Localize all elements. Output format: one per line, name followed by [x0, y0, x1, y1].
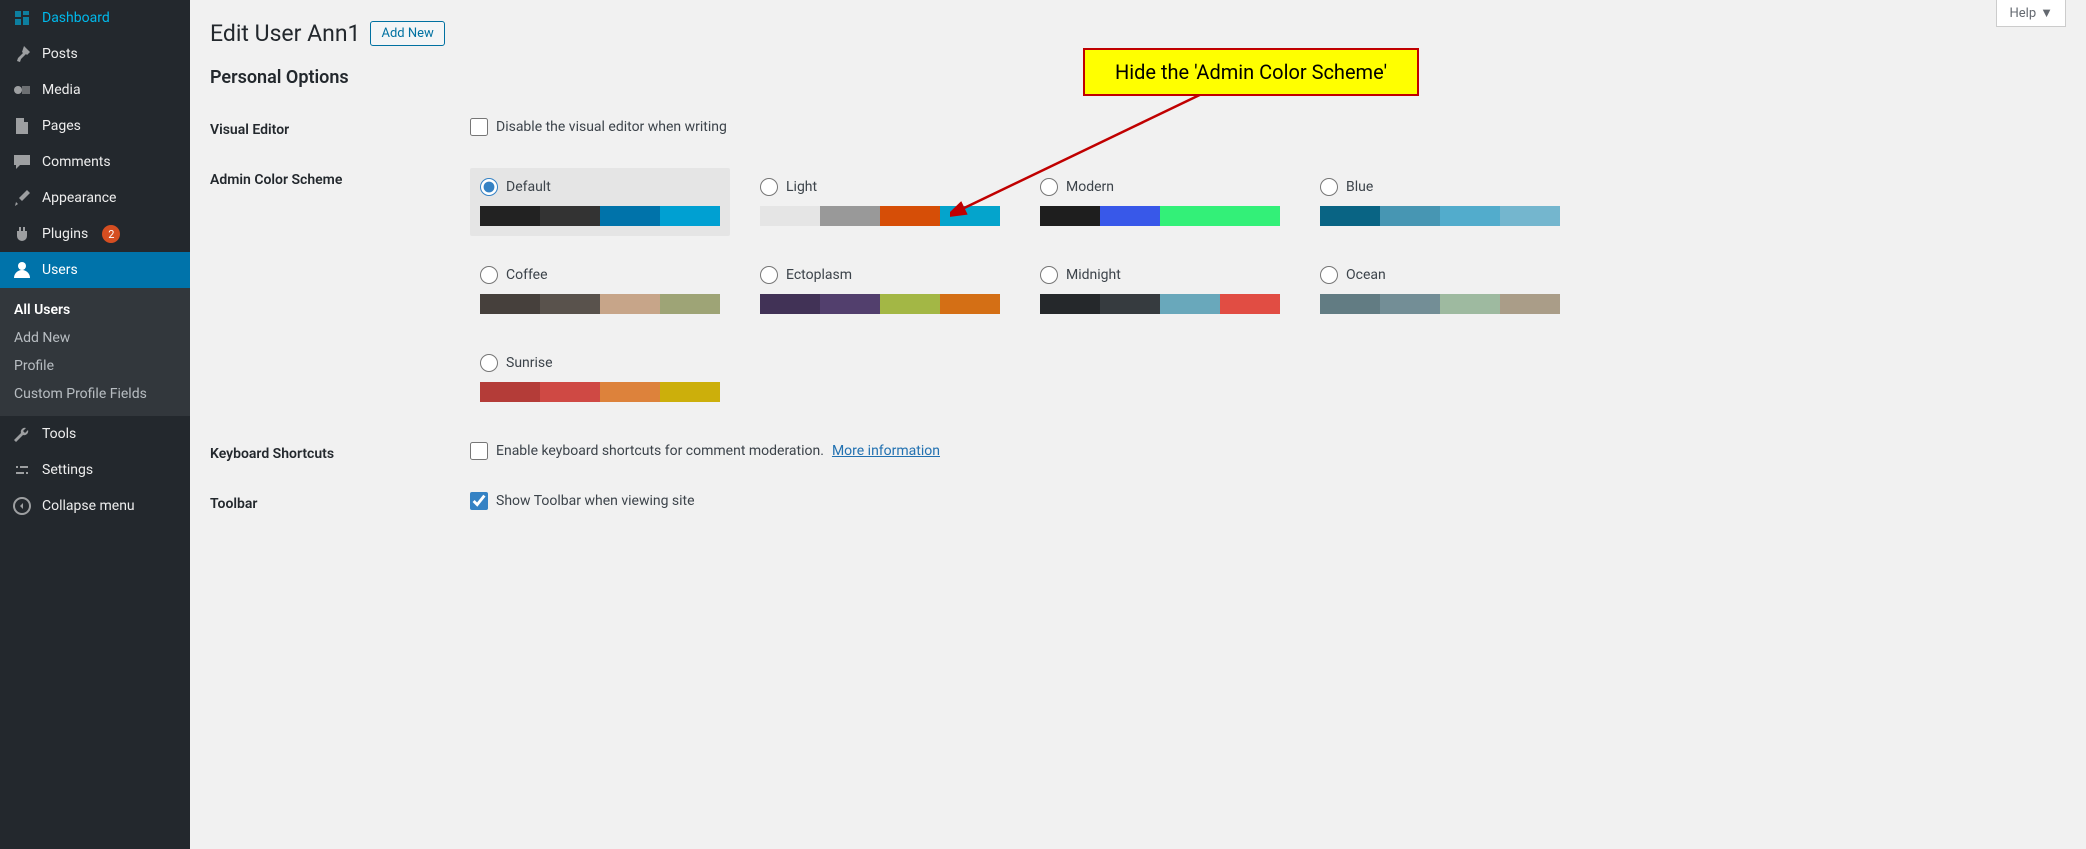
wrench-icon	[12, 424, 32, 444]
swatches	[480, 382, 720, 402]
scheme-sunrise[interactable]: Sunrise	[470, 344, 730, 412]
submenu-all-users[interactable]: All Users	[0, 296, 190, 324]
collapse-icon	[12, 496, 32, 516]
visual-editor-text: Disable the visual editor when writing	[496, 119, 727, 135]
sidebar-label: Appearance	[42, 190, 116, 206]
sidebar-item-settings[interactable]: Settings	[0, 452, 190, 488]
users-submenu: All Users Add New Profile Custom Profile…	[0, 288, 190, 416]
sidebar-item-posts[interactable]: Posts	[0, 36, 190, 72]
scheme-name: Blue	[1346, 179, 1373, 195]
scheme-radio[interactable]	[760, 178, 778, 196]
keyboard-label: Keyboard Shortcuts	[210, 442, 470, 462]
brush-icon	[12, 188, 32, 208]
user-icon	[12, 260, 32, 280]
scheme-default[interactable]: Default	[470, 168, 730, 236]
row-toolbar: Toolbar Show Toolbar when viewing site	[210, 492, 2066, 512]
sidebar-label: Settings	[42, 462, 93, 478]
visual-editor-checkbox[interactable]	[470, 118, 488, 136]
pin-icon	[12, 44, 32, 64]
visual-editor-label: Visual Editor	[210, 118, 470, 138]
sidebar-label: Comments	[42, 154, 111, 170]
swatches	[1320, 294, 1560, 314]
keyboard-checkbox[interactable]	[470, 442, 488, 460]
scheme-radio[interactable]	[480, 266, 498, 284]
comment-icon	[12, 152, 32, 172]
sidebar-label: Pages	[42, 118, 81, 134]
scheme-midnight[interactable]: Midnight	[1030, 256, 1290, 324]
more-info-link[interactable]: More information	[832, 443, 940, 459]
sidebar-label: Posts	[42, 46, 78, 62]
swatches	[760, 294, 1000, 314]
scheme-radio[interactable]	[1320, 178, 1338, 196]
sidebar-label: Plugins	[42, 226, 88, 242]
sidebar-label: Tools	[42, 426, 76, 442]
admin-sidebar: Dashboard Posts Media Pages Comments App…	[0, 0, 190, 849]
sidebar-item-tools[interactable]: Tools	[0, 416, 190, 452]
sidebar-label: Media	[42, 82, 81, 98]
sidebar-label: Dashboard	[42, 10, 110, 26]
collapse-menu[interactable]: Collapse menu	[0, 488, 190, 524]
swatches	[480, 206, 720, 226]
sidebar-item-comments[interactable]: Comments	[0, 144, 190, 180]
plugins-badge: 2	[102, 225, 120, 243]
dashboard-icon	[12, 8, 32, 28]
sidebar-item-users[interactable]: Users	[0, 252, 190, 288]
color-schemes-grid: DefaultLightModernBlueCoffeeEctoplasmMid…	[470, 168, 2066, 412]
sidebar-item-media[interactable]: Media	[0, 72, 190, 108]
scheme-ocean[interactable]: Ocean	[1310, 256, 1570, 324]
sidebar-label: Collapse menu	[42, 498, 135, 514]
add-new-button[interactable]: Add New	[370, 21, 444, 46]
scheme-name: Light	[786, 179, 817, 195]
scheme-radio[interactable]	[480, 354, 498, 372]
scheme-radio[interactable]	[1040, 266, 1058, 284]
help-tab[interactable]: Help ▼	[1996, 0, 2066, 27]
submenu-custom-profile[interactable]: Custom Profile Fields	[0, 380, 190, 408]
toolbar-label: Toolbar	[210, 492, 470, 512]
page-title: Edit User Ann1	[210, 20, 360, 47]
scheme-name: Midnight	[1066, 267, 1121, 283]
toolbar-text: Show Toolbar when viewing site	[496, 493, 695, 509]
swatches	[1320, 206, 1560, 226]
scheme-name: Coffee	[506, 267, 548, 283]
sidebar-item-dashboard[interactable]: Dashboard	[0, 0, 190, 36]
sidebar-item-appearance[interactable]: Appearance	[0, 180, 190, 216]
scheme-name: Sunrise	[506, 355, 553, 371]
scheme-blue[interactable]: Blue	[1310, 168, 1570, 236]
annotation-arrow	[950, 80, 1230, 230]
keyboard-text: Enable keyboard shortcuts for comment mo…	[496, 443, 824, 459]
scheme-name: Ectoplasm	[786, 267, 852, 283]
color-scheme-label: Admin Color Scheme	[210, 168, 470, 188]
scheme-name: Ocean	[1346, 267, 1386, 283]
submenu-profile[interactable]: Profile	[0, 352, 190, 380]
swatches	[480, 294, 720, 314]
chevron-down-icon: ▼	[2040, 5, 2053, 21]
plug-icon	[12, 224, 32, 244]
sidebar-item-plugins[interactable]: Plugins 2	[0, 216, 190, 252]
settings-icon	[12, 460, 32, 480]
main-content: Help ▼ Edit User Ann1 Add New Personal O…	[190, 0, 2086, 849]
scheme-radio[interactable]	[480, 178, 498, 196]
sidebar-label: Users	[42, 262, 78, 278]
scheme-coffee[interactable]: Coffee	[470, 256, 730, 324]
scheme-radio[interactable]	[760, 266, 778, 284]
media-icon	[12, 80, 32, 100]
scheme-radio[interactable]	[1320, 266, 1338, 284]
scheme-ectoplasm[interactable]: Ectoplasm	[750, 256, 1010, 324]
row-keyboard: Keyboard Shortcuts Enable keyboard short…	[210, 442, 2066, 462]
swatches	[1040, 294, 1280, 314]
scheme-name: Default	[506, 179, 551, 195]
submenu-add-new[interactable]: Add New	[0, 324, 190, 352]
sidebar-item-pages[interactable]: Pages	[0, 108, 190, 144]
annotation-callout: Hide the 'Admin Color Scheme'	[1083, 48, 1419, 96]
toolbar-checkbox[interactable]	[470, 492, 488, 510]
page-icon	[12, 116, 32, 136]
